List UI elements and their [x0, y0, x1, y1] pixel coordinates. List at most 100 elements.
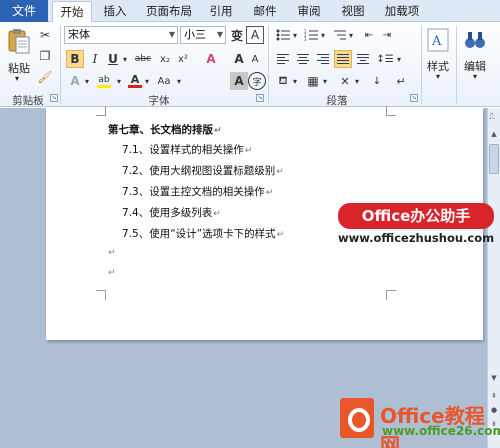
eraser-icon: A [206, 52, 216, 66]
list-item[interactable]: 7.2、使用大纲视图设置标题级别↵ [122, 163, 284, 178]
chapter-heading[interactable]: 第七章、长文档的排版↵ [108, 122, 222, 137]
shading-dropdown-icon[interactable]: ▾ [290, 72, 300, 90]
font-color-icon: A [130, 73, 140, 86]
scissors-icon: ✂ [39, 28, 51, 42]
align-right-icon [317, 52, 329, 66]
pilcrow-icon: ↵ [396, 74, 406, 88]
numbering-dropdown-icon[interactable]: ▾ [318, 26, 328, 44]
enclose-char-button[interactable]: 字 [248, 72, 266, 90]
line-spacing-icon: ↕☰ [376, 53, 394, 65]
char-border-button[interactable]: A [246, 26, 264, 44]
line-spacing-dropdown-icon[interactable]: ▾ [394, 50, 404, 68]
sort-icon: ↓ [372, 75, 382, 87]
tab-review[interactable]: 审阅 [292, 1, 326, 22]
shrink-font-button[interactable]: A [246, 50, 264, 68]
tab-insert[interactable]: 插入 [98, 1, 132, 22]
styles-dropdown-icon[interactable]: ▾ [433, 72, 443, 81]
increase-indent-button[interactable]: ⇥ [378, 26, 396, 44]
clear-format-button[interactable]: A [202, 50, 220, 68]
paragraph-mark: ↵ [244, 146, 253, 156]
borders-dropdown-icon[interactable]: ▾ [320, 72, 330, 90]
scroll-up-icon[interactable]: ▲ [489, 130, 499, 140]
list-item[interactable]: 7.5、使用“设计”选项卡下的样式↵ [122, 226, 284, 241]
font-name-value: 宋体 [68, 28, 90, 41]
italic-button[interactable]: I [86, 50, 104, 68]
clipboard-group-label: 剪贴板 [12, 95, 44, 107]
list-item-text: 7.4、使用多级列表 [122, 207, 213, 219]
ribbon-tab-bar: 文件 开始 插入 页面布局 引用 邮件 审阅 视图 加载项 [0, 0, 500, 23]
highlight-color-button[interactable]: ab [94, 72, 114, 90]
underline-dropdown-icon[interactable]: ▾ [120, 50, 130, 68]
align-left-button[interactable] [274, 50, 292, 68]
tab-file[interactable]: 文件 [0, 0, 48, 22]
editing-dropdown-icon[interactable]: ▾ [470, 72, 480, 81]
numbering-icon: 123 [304, 29, 318, 41]
styles-button[interactable]: A [426, 26, 450, 54]
editing-button[interactable] [462, 26, 488, 54]
increase-indent-icon: ⇥ [382, 29, 392, 41]
paste-button[interactable] [6, 26, 32, 56]
highlight-color-swatch [97, 84, 111, 88]
chinese-layout-dropdown-icon[interactable]: ▾ [352, 72, 362, 90]
text-effects-dropdown-icon[interactable]: ▾ [82, 72, 92, 90]
list-item-text: 7.3、设置主控文档的相关操作 [122, 186, 265, 198]
justify-button[interactable] [334, 50, 352, 68]
decrease-indent-button[interactable]: ⇤ [360, 26, 378, 44]
align-center-icon [297, 52, 309, 66]
tab-addins[interactable]: 加载项 [378, 1, 426, 22]
list-item[interactable]: 7.3、设置主控文档的相关操作↵ [122, 184, 273, 199]
text-effects-icon: A [70, 74, 80, 88]
margin-corner-mark [96, 290, 106, 300]
paste-dropdown-icon[interactable]: ▾ [12, 74, 22, 83]
format-painter-button[interactable]: 🖌 [36, 68, 54, 86]
tab-home[interactable]: 开始 [52, 1, 92, 23]
tab-mailings[interactable]: 邮件 [248, 1, 282, 22]
shrink-font-icon: A [251, 53, 259, 65]
ruler-toggle-icon[interactable]: ⎍ [489, 112, 499, 124]
scroll-down-icon[interactable]: ▼ [489, 374, 499, 384]
vertical-scrollbar[interactable]: ⎍ ▲ ▼ ⇞ ● ⇟ [487, 108, 500, 448]
multilevel-list-icon [334, 30, 346, 40]
group-divider [456, 26, 457, 104]
paragraph-mark: ↵ [265, 188, 274, 198]
tab-references[interactable]: 引用 [204, 1, 238, 22]
font-launcher-icon[interactable]: ↘ [256, 94, 264, 102]
superscript-button[interactable]: x² [174, 50, 192, 68]
phonetic-icon: 变 [230, 28, 243, 43]
align-right-button[interactable] [314, 50, 332, 68]
chevron-down-icon: ▼ [216, 30, 223, 39]
align-center-button[interactable] [294, 50, 312, 68]
phonetic-guide-button[interactable]: 变 [228, 26, 246, 44]
bold-button[interactable]: B [66, 50, 84, 68]
margin-corner-mark [386, 290, 396, 300]
change-case-dropdown-icon[interactable]: ▾ [174, 72, 184, 90]
list-item[interactable]: 7.1、设置样式的相关操作↵ [122, 142, 252, 157]
bullets-dropdown-icon[interactable]: ▾ [290, 26, 300, 44]
strikethrough-button[interactable]: abc [132, 50, 154, 68]
distributed-icon [357, 52, 369, 66]
subscript-button[interactable]: x₂ [156, 50, 174, 68]
char-shading-button[interactable]: A [230, 72, 248, 90]
cut-button[interactable]: ✂ [36, 26, 54, 44]
tab-page-layout[interactable]: 页面布局 [140, 1, 198, 22]
clipboard-launcher-icon[interactable]: ↘ [50, 94, 58, 102]
copy-button[interactable]: ❐ [36, 47, 54, 65]
font-color-dropdown-icon[interactable]: ▾ [142, 72, 152, 90]
margin-corner-mark [96, 106, 106, 116]
font-name-select[interactable]: 宋体 ▼ [64, 26, 178, 44]
sort-button[interactable]: ↓ [368, 72, 386, 90]
highlight-dropdown-icon[interactable]: ▾ [114, 72, 124, 90]
list-item-text: 7.5、使用“设计”选项卡下的样式 [122, 228, 276, 240]
change-case-button[interactable]: Aa [154, 72, 174, 90]
multilevel-dropdown-icon[interactable]: ▾ [346, 26, 356, 44]
list-item[interactable]: 7.4、使用多级列表↵ [122, 205, 221, 220]
line-spacing-button[interactable]: ↕☰ [376, 50, 394, 68]
tab-view[interactable]: 视图 [336, 1, 370, 22]
font-size-value: 小三 [184, 28, 206, 41]
svg-text:3: 3 [304, 37, 307, 41]
show-marks-button[interactable]: ↵ [392, 72, 410, 90]
paragraph-launcher-icon[interactable]: ↘ [410, 94, 418, 102]
scroll-thumb[interactable] [489, 144, 499, 174]
font-size-select[interactable]: 小三 ▼ [180, 26, 226, 44]
distributed-button[interactable] [354, 50, 372, 68]
